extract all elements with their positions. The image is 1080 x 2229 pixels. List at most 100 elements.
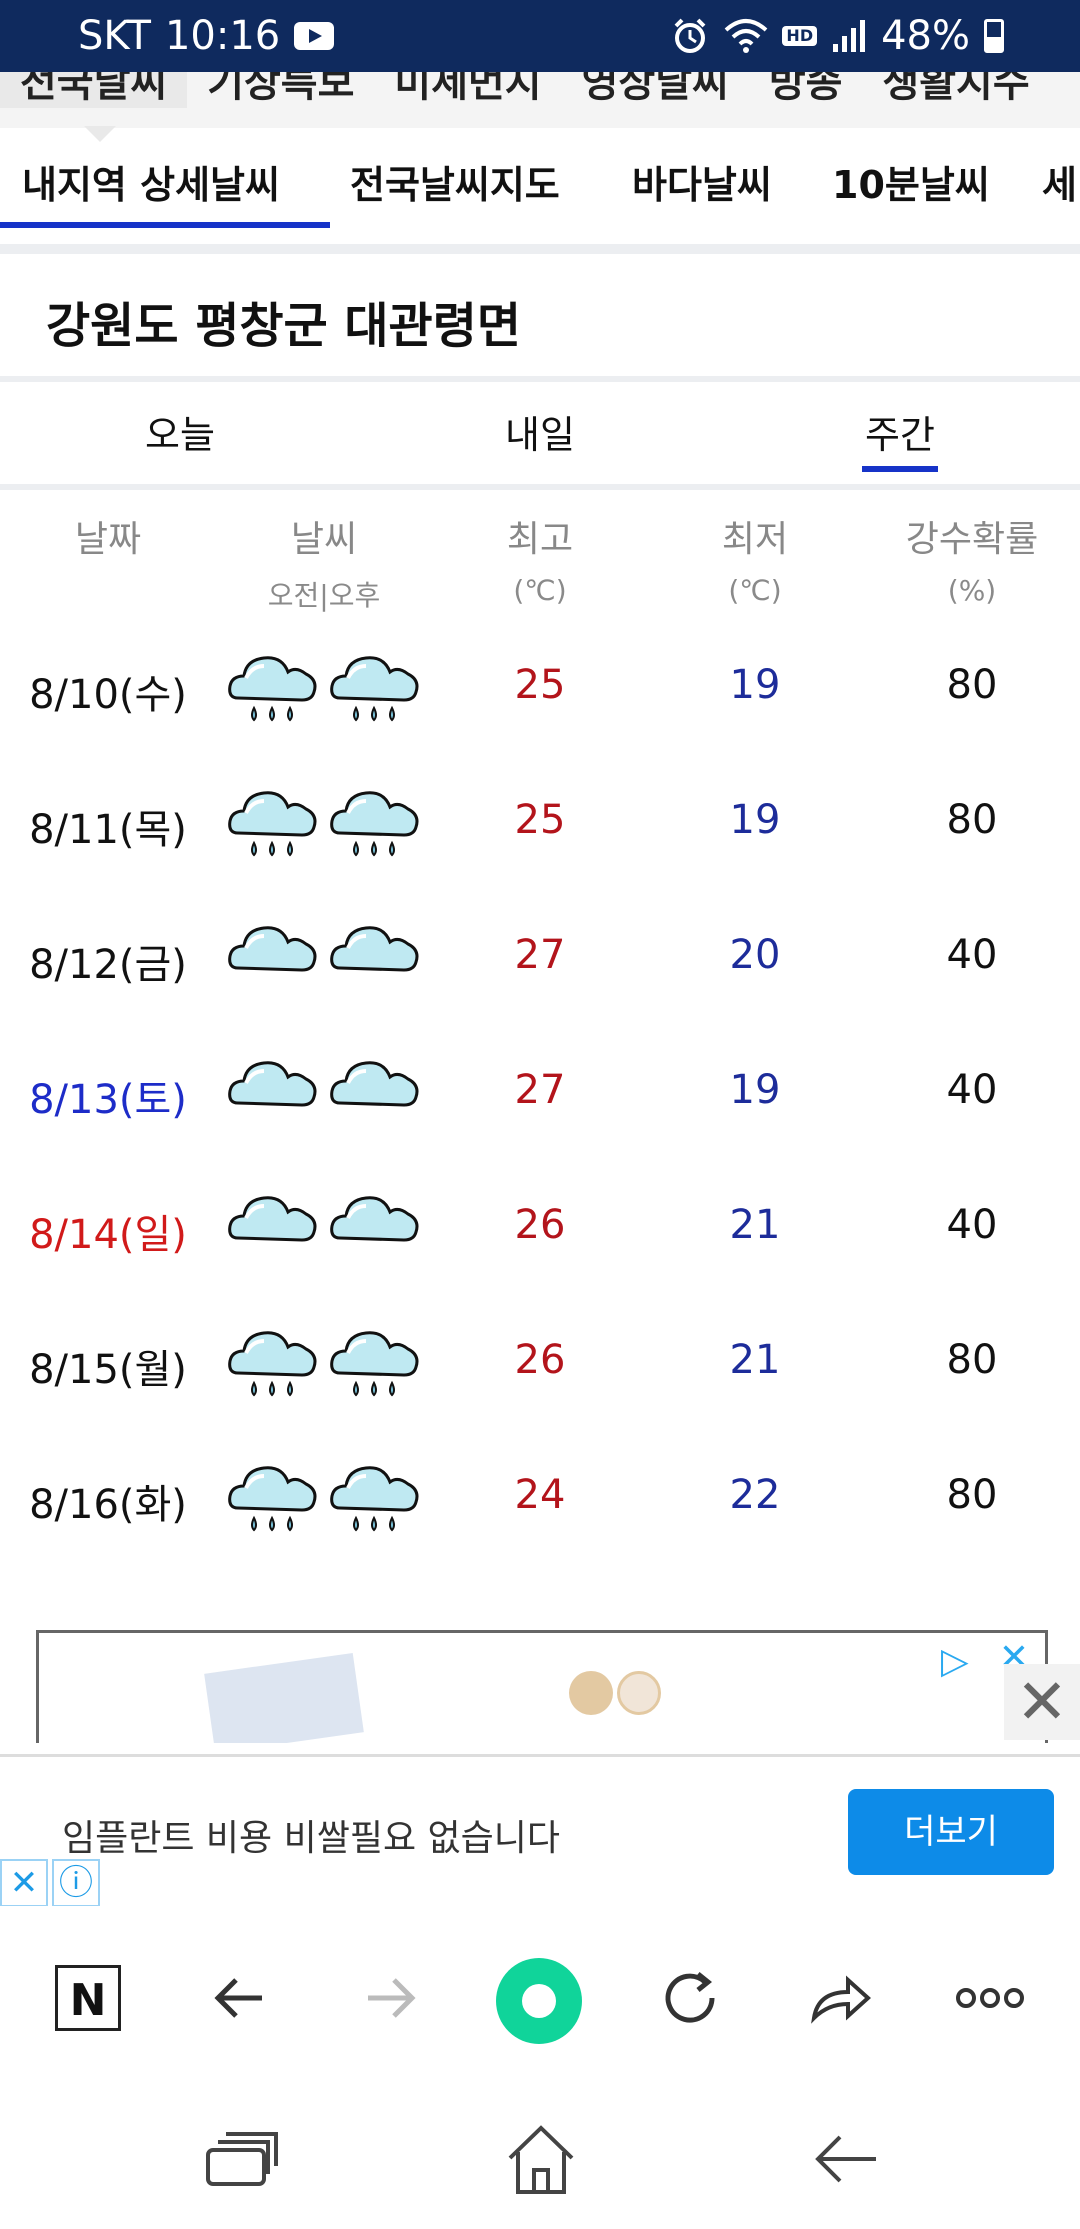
row-high-temp: 26 xyxy=(514,1337,566,1383)
cloud-icon xyxy=(328,914,422,998)
row-low-temp: 19 xyxy=(729,662,781,708)
rain-cloud-icon xyxy=(328,1319,422,1403)
alarm-icon xyxy=(675,18,706,53)
ad-product-image xyxy=(617,1671,661,1715)
rain-cloud-icon xyxy=(226,1319,320,1403)
header-high-unit: (℃) xyxy=(513,574,567,607)
battery-icon xyxy=(984,19,1004,53)
ad-close-icon[interactable]: ✕ xyxy=(0,1859,48,1907)
divider xyxy=(0,484,1080,490)
tab-more-cut[interactable]: 세 xyxy=(1042,154,1077,209)
cloud-icon xyxy=(226,914,320,998)
row-precip-prob: 80 xyxy=(946,797,998,843)
tab-weather-alerts[interactable]: 기상특보 xyxy=(187,72,374,108)
text-ad-bar: 임플란트 비용 비쌀필요 없습니다 더보기 ✕ ⓘ xyxy=(0,1754,1080,1910)
tab-life-index[interactable]: 생활지수 xyxy=(862,72,1049,108)
youtube-icon xyxy=(294,22,335,50)
row-high-temp: 25 xyxy=(514,797,566,843)
ad-controls: ✕ ⓘ xyxy=(0,1859,104,1907)
row-high-temp: 25 xyxy=(514,662,566,708)
cloud-icon xyxy=(328,1049,422,1133)
tab-fine-dust[interactable]: 미세먼지 xyxy=(374,72,561,108)
tab-local-detail[interactable]: 내지역 상세날씨 xyxy=(22,154,280,209)
row-date: 8/15(월) xyxy=(29,1347,187,1393)
row-low-temp: 21 xyxy=(729,1202,781,1248)
rain-cloud-icon xyxy=(226,1454,320,1538)
table-row: 8/10(수) 25 19 80 xyxy=(0,636,1080,736)
status-bar: SKT 10:16 HD 48% xyxy=(0,0,1080,72)
android-nav-bar xyxy=(0,2094,1080,2220)
row-date: 8/13(토) xyxy=(29,1077,187,1123)
close-icon[interactable]: ✕ xyxy=(1004,1664,1080,1740)
carrier-label: SKT xyxy=(78,13,151,59)
tab-today[interactable]: 오늘 xyxy=(100,404,260,459)
share-icon[interactable] xyxy=(800,1958,880,2038)
header-high: 최고 xyxy=(506,519,574,560)
green-dot-button[interactable] xyxy=(496,1958,582,2044)
home-icon[interactable] xyxy=(496,2114,586,2204)
tab-national-weather[interactable]: 전국날씨 xyxy=(0,72,188,108)
tab-video-weather[interactable]: 영상날씨 xyxy=(562,72,749,108)
rain-cloud-icon xyxy=(328,779,422,863)
table-row: 8/15(월) 26 21 80 xyxy=(0,1311,1080,1411)
sub-tab-underline xyxy=(0,222,330,228)
recent-apps-icon[interactable] xyxy=(196,2114,286,2204)
ad-product-image xyxy=(569,1671,613,1715)
tab-weekly[interactable]: 주간 xyxy=(820,404,980,459)
tab-marine-weather[interactable]: 바다날씨 xyxy=(632,154,772,209)
cloud-icon xyxy=(226,1184,320,1268)
section-divider xyxy=(0,244,1080,254)
ad-more-button[interactable]: 더보기 xyxy=(848,1789,1054,1875)
refresh-icon[interactable] xyxy=(650,1958,730,2038)
forward-arrow-icon[interactable] xyxy=(350,1958,430,2038)
more-menu-icon[interactable] xyxy=(950,1958,1030,2038)
naver-home-button[interactable]: N xyxy=(48,1958,128,2038)
divider xyxy=(0,376,1080,382)
rain-cloud-icon xyxy=(328,644,422,728)
row-date: 8/12(금) xyxy=(29,942,187,988)
row-low-temp: 19 xyxy=(729,1067,781,1113)
back-icon[interactable] xyxy=(800,2114,890,2204)
row-high-temp: 27 xyxy=(514,1067,566,1113)
rain-cloud-icon xyxy=(226,779,320,863)
rain-cloud-icon xyxy=(226,644,320,728)
table-row: 8/16(화) 24 22 80 xyxy=(0,1446,1080,1546)
period-tab-underline xyxy=(862,466,938,472)
tab-10min-weather[interactable]: 10분날씨 xyxy=(832,154,990,209)
ad-banner[interactable]: ▷ ✕ xyxy=(36,1630,1048,1743)
ad-product-image xyxy=(204,1652,364,1743)
battery-percent: 48% xyxy=(881,13,970,59)
row-date: 8/11(목) xyxy=(29,807,187,853)
status-right: HD 48% xyxy=(670,13,1080,59)
row-precip-prob: 40 xyxy=(946,932,998,978)
sub-tabs: 내지역 상세날씨 전국날씨지도 바다날씨 10분날씨 세 xyxy=(0,142,1080,232)
row-precip-prob: 40 xyxy=(946,1067,998,1113)
header-date: 날짜 xyxy=(74,519,142,560)
row-precip-prob: 80 xyxy=(946,1337,998,1383)
header-low: 최저 xyxy=(721,519,789,560)
wifi-icon xyxy=(725,19,768,53)
table-row: 8/14(일) 26 21 40 xyxy=(0,1176,1080,1276)
table-row: 8/12(금) 27 20 40 xyxy=(0,906,1080,1006)
cloud-icon xyxy=(226,1049,320,1133)
row-low-temp: 20 xyxy=(729,932,781,978)
adchoices-icon[interactable]: ▷ xyxy=(941,1641,985,1682)
cloud-icon xyxy=(328,1184,422,1268)
row-precip-prob: 40 xyxy=(946,1202,998,1248)
back-arrow-icon[interactable] xyxy=(200,1958,280,2038)
header-precip: 강수확률 xyxy=(905,519,1039,560)
tab-broadcast[interactable]: 방송 xyxy=(749,72,863,108)
row-low-temp: 22 xyxy=(729,1472,781,1518)
tab-tomorrow[interactable]: 내일 xyxy=(460,404,620,459)
signal-icon xyxy=(833,20,866,52)
top-category-tabs: 전국날씨 기상특보 미세먼지 영상날씨 방송 생활지수 xyxy=(0,72,1080,128)
ad-text[interactable]: 임플란트 비용 비쌀필요 없습니다 xyxy=(62,1809,560,1861)
tab-national-map[interactable]: 전국날씨지도 xyxy=(350,154,560,209)
header-precip-unit: (%) xyxy=(947,574,997,607)
ad-info-icon[interactable]: ⓘ xyxy=(52,1859,100,1907)
table-row: 8/13(토) 27 19 40 xyxy=(0,1041,1080,1141)
row-date: 8/10(수) xyxy=(29,672,187,718)
row-date: 8/16(화) xyxy=(29,1482,187,1528)
row-high-temp: 27 xyxy=(514,932,566,978)
browser-toolbar: N xyxy=(0,1906,1080,2094)
